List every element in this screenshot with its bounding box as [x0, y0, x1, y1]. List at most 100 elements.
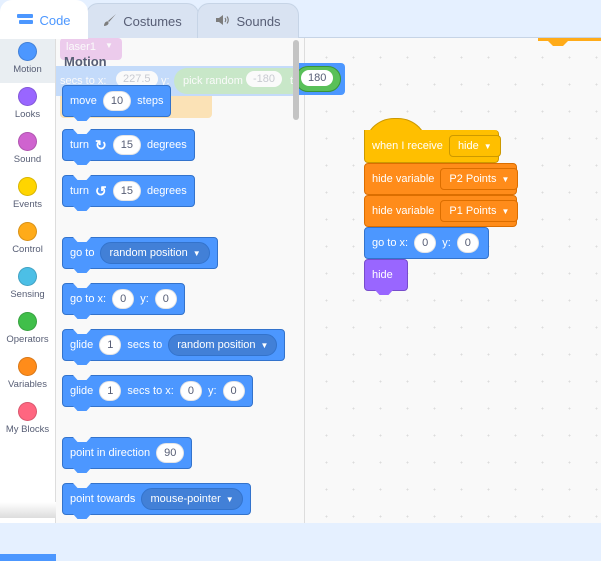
- category-looks[interactable]: Looks: [0, 83, 55, 128]
- block-point-towards[interactable]: point towards mouse-pointer ▼: [62, 483, 251, 519]
- ghost-from-value: -180: [246, 71, 283, 87]
- ghost-pick-random: pick random -180 to: [174, 68, 304, 94]
- ghost-pick-random-label: pick random: [183, 75, 243, 87]
- category-sound[interactable]: Sound: [0, 128, 55, 173]
- category-label: Sound: [13, 154, 42, 165]
- block-label: point in direction: [70, 447, 151, 459]
- code-icon: [17, 13, 34, 28]
- caret-down-icon: ▼: [501, 174, 510, 184]
- caret-down-icon: ▼: [192, 248, 201, 258]
- block-point-in-direction[interactable]: point in direction 90: [62, 437, 193, 473]
- block-when-i-receive[interactable]: when I receive hide ▼: [364, 130, 501, 163]
- block-connector: [375, 290, 393, 295]
- offscreen-control-block[interactable]: [538, 38, 601, 41]
- glide-target-dropdown[interactable]: random position ▼: [168, 334, 278, 356]
- block-notch: [73, 175, 91, 180]
- message-dropdown[interactable]: hide ▼: [448, 135, 501, 157]
- my-blocks-category-icon: [18, 402, 37, 421]
- block-notch: [73, 375, 91, 380]
- ghost-caret-icon: ▼: [105, 41, 113, 50]
- caret-down-icon: ▼: [260, 340, 269, 350]
- tab-sounds[interactable]: Sounds: [197, 3, 299, 38]
- block-notch: [73, 483, 91, 488]
- block-label: secs to: [127, 339, 163, 351]
- block-connector: [73, 314, 91, 319]
- x-input[interactable]: 0: [112, 289, 135, 309]
- category-operators[interactable]: Operators: [0, 308, 55, 353]
- palette-scrollbar[interactable]: [293, 40, 299, 120]
- block-connector: [73, 206, 91, 211]
- block-label: when I receive: [372, 140, 443, 152]
- category-label: Looks: [14, 109, 41, 120]
- dropdown-value: random position: [177, 339, 256, 351]
- block-label: degrees: [146, 185, 187, 197]
- block-hide-variable-p1[interactable]: hide variable P1 Points ▼: [364, 195, 519, 227]
- block-label: steps: [137, 95, 164, 107]
- looks-category-icon: [18, 87, 37, 106]
- pick-random-reporter-end: 180: [295, 66, 341, 92]
- category-my-blocks[interactable]: My Blocks: [0, 398, 55, 443]
- y-input[interactable]: 0: [456, 233, 479, 253]
- tab-costumes-label: Costumes: [123, 13, 182, 29]
- block-label: turn: [70, 139, 89, 151]
- block-notch: [73, 129, 91, 134]
- block-label: y:: [442, 237, 451, 249]
- category-motion[interactable]: Motion: [0, 38, 55, 83]
- category-label: Control: [12, 244, 43, 255]
- category-label: Motion: [13, 64, 42, 75]
- ghost-sprite-dropdown: laser1: [66, 41, 96, 53]
- x-input[interactable]: 0: [414, 233, 437, 253]
- extension-button-bar[interactable]: [0, 554, 56, 561]
- block-glide-to[interactable]: glide 1 secs to random position ▼: [62, 329, 286, 365]
- category-menu-shadow: [0, 502, 56, 518]
- block-label: hide: [372, 269, 393, 281]
- category-sensing[interactable]: Sensing: [0, 263, 55, 308]
- rotate-right-icon: ↻: [94, 136, 107, 153]
- point-towards-dropdown[interactable]: mouse-pointer ▼: [141, 488, 243, 510]
- block-hide[interactable]: hide: [364, 259, 408, 295]
- steps-input[interactable]: 10: [102, 91, 132, 111]
- code-workspace[interactable]: when I receive hide ▼ hide variable P2 Po…: [305, 38, 601, 523]
- block-connector: [73, 514, 91, 519]
- block-label: glide: [70, 385, 94, 397]
- tab-code[interactable]: Code: [0, 0, 88, 39]
- dragged-block-end[interactable]: 180: [293, 63, 345, 95]
- block-go-to-xy-script[interactable]: go to x: 0 y: 0: [364, 227, 489, 259]
- block-hide-variable-p2[interactable]: hide variable P2 Points ▼: [364, 163, 519, 195]
- variable-dropdown[interactable]: P2 Points ▼: [440, 168, 519, 190]
- block-turn-right[interactable]: turn ↻ 15 degrees: [62, 129, 195, 165]
- variable-dropdown[interactable]: P1 Points ▼: [440, 200, 519, 222]
- dropdown-value: random position: [109, 247, 188, 259]
- category-label: Sensing: [10, 289, 45, 300]
- block-turn-left[interactable]: turn ↺ 15 degrees: [62, 175, 195, 211]
- tab-sounds-label: Sounds: [236, 13, 281, 29]
- events-category-icon: [18, 177, 37, 196]
- secs-input[interactable]: 1: [99, 335, 122, 355]
- sensing-category-icon: [18, 267, 37, 286]
- block-move-steps[interactable]: move 10 steps: [62, 85, 172, 121]
- block-connector: [73, 406, 91, 411]
- category-variables[interactable]: Variables: [0, 353, 55, 398]
- speaker-icon: [215, 14, 230, 29]
- dropdown-value: mouse-pointer: [150, 493, 221, 505]
- pick-random-to-input[interactable]: 180: [301, 70, 334, 86]
- y-input[interactable]: 0: [154, 289, 177, 309]
- category-menu: Motion Looks Sound Events Control Sensin…: [0, 38, 56, 561]
- category-events[interactable]: Events: [0, 173, 55, 218]
- degrees-input[interactable]: 15: [112, 181, 141, 201]
- secs-input[interactable]: 1: [99, 381, 122, 401]
- block-go-to[interactable]: go to random position ▼: [62, 237, 218, 273]
- category-label: Events: [12, 199, 43, 210]
- block-glide-xy[interactable]: glide 1 secs to x: 0 y: 0: [62, 375, 253, 411]
- block-connector: [73, 116, 91, 121]
- block-connector: [73, 468, 91, 473]
- category-control[interactable]: Control: [0, 218, 55, 263]
- x-input[interactable]: 0: [179, 381, 202, 401]
- degrees-input[interactable]: 15: [112, 135, 141, 155]
- block-go-to-xy[interactable]: go to x: 0 y: 0: [62, 283, 185, 319]
- go-to-target-dropdown[interactable]: random position ▼: [100, 242, 210, 264]
- tab-costumes[interactable]: Costumes: [86, 3, 199, 38]
- direction-input[interactable]: 90: [156, 443, 185, 463]
- block-label: go to x:: [70, 293, 107, 305]
- y-input[interactable]: 0: [222, 381, 245, 401]
